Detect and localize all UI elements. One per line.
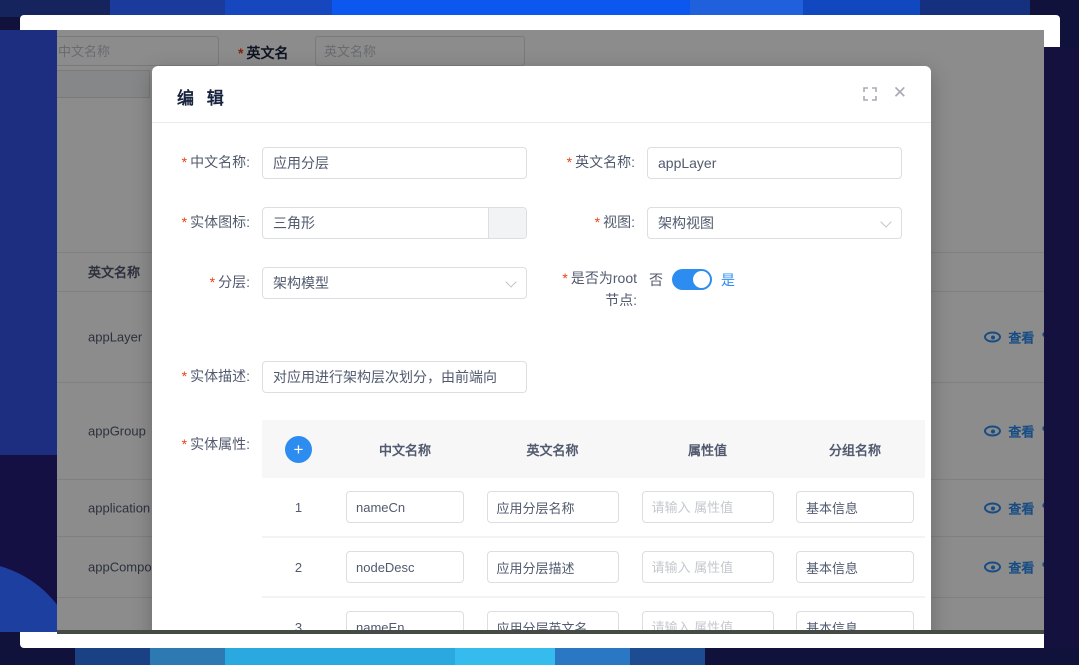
is-root-label: *是否为root节点: bbox=[553, 267, 637, 311]
required-asterisk: * bbox=[182, 154, 187, 170]
attrs-header-attr-value: 属性值 bbox=[630, 440, 785, 459]
decor-left-column bbox=[0, 30, 57, 632]
attr-value-field[interactable] bbox=[642, 611, 774, 634]
attr-value-field[interactable] bbox=[642, 491, 774, 523]
attrs-table-header: + 中文名称 英文名称 属性值 分组名称 bbox=[262, 420, 925, 478]
add-attribute-button[interactable]: + bbox=[285, 436, 312, 463]
attr-en-field[interactable] bbox=[487, 611, 619, 634]
edit-modal: 编 辑 ✕ *中文名称: *英文名称: *实体图标: *视图: bbox=[152, 66, 931, 634]
attr-row: 3 bbox=[262, 598, 925, 634]
attr-row-index: 3 bbox=[295, 620, 302, 635]
attr-row: 2 bbox=[262, 538, 925, 598]
attr-row: 1 bbox=[262, 478, 925, 538]
entity-desc-label: *实体描述: bbox=[152, 361, 250, 391]
attrs-header-en-name: 英文名称 bbox=[475, 440, 630, 459]
required-asterisk: * bbox=[182, 436, 187, 452]
toggle-knob bbox=[693, 271, 710, 288]
required-asterisk: * bbox=[595, 214, 600, 230]
required-asterisk: * bbox=[210, 274, 215, 290]
entity-icon-label: *实体图标: bbox=[152, 207, 250, 237]
is-root-toggle[interactable] bbox=[672, 269, 712, 290]
decor-bottom-strip bbox=[0, 648, 1079, 665]
layer-label: *分层: bbox=[152, 267, 250, 297]
modal-title: 编 辑 bbox=[177, 84, 228, 109]
modal-header-divider bbox=[152, 122, 931, 123]
attr-cn-field[interactable] bbox=[346, 491, 464, 523]
entity-attrs-label: *实体属性: bbox=[152, 434, 250, 454]
attr-en-field[interactable] bbox=[487, 491, 619, 523]
attr-en-field[interactable] bbox=[487, 551, 619, 583]
decor-arc bbox=[0, 562, 57, 632]
app-window: *英文名 英文名称 appLayer 查看 ✎ appGroup 查看 ✎ ap… bbox=[57, 30, 1044, 634]
decor-right-column bbox=[1044, 47, 1079, 648]
cn-name-label: *中文名称: bbox=[152, 147, 250, 177]
required-asterisk: * bbox=[567, 154, 572, 170]
required-asterisk: * bbox=[182, 214, 187, 230]
attrs-header-group-name: 分组名称 bbox=[785, 440, 925, 459]
icon-preview-box[interactable] bbox=[488, 208, 526, 238]
view-select[interactable] bbox=[647, 207, 902, 239]
attr-group-field[interactable] bbox=[796, 611, 914, 634]
required-asterisk: * bbox=[562, 270, 567, 286]
close-icon[interactable]: ✕ bbox=[893, 83, 907, 103]
attr-row-index: 1 bbox=[295, 500, 302, 515]
fullscreen-icon[interactable] bbox=[863, 87, 877, 101]
attr-cn-field[interactable] bbox=[346, 611, 464, 634]
toggle-off-label: 否 bbox=[649, 270, 663, 290]
layer-select[interactable] bbox=[262, 267, 527, 299]
required-asterisk: * bbox=[182, 368, 187, 384]
view-select-wrap bbox=[647, 207, 902, 239]
entity-icon-field-wrap bbox=[262, 207, 527, 239]
en-name-field[interactable] bbox=[647, 147, 902, 179]
is-root-control: 否 是 bbox=[649, 269, 735, 290]
entity-attrs-table: + 中文名称 英文名称 属性值 分组名称 1 2 3 bbox=[262, 420, 925, 634]
attr-value-field[interactable] bbox=[642, 551, 774, 583]
view-label: *视图: bbox=[560, 207, 635, 237]
attr-group-field[interactable] bbox=[796, 551, 914, 583]
toggle-on-label: 是 bbox=[721, 270, 735, 290]
attrs-header-cn-name: 中文名称 bbox=[335, 440, 475, 459]
cn-name-field[interactable] bbox=[262, 147, 527, 179]
attr-row-index: 2 bbox=[295, 560, 302, 575]
entity-desc-field[interactable] bbox=[262, 361, 527, 393]
en-name-label: *英文名称: bbox=[560, 147, 635, 177]
layer-select-wrap bbox=[262, 267, 527, 299]
attr-group-field[interactable] bbox=[796, 491, 914, 523]
attr-cn-field[interactable] bbox=[346, 551, 464, 583]
